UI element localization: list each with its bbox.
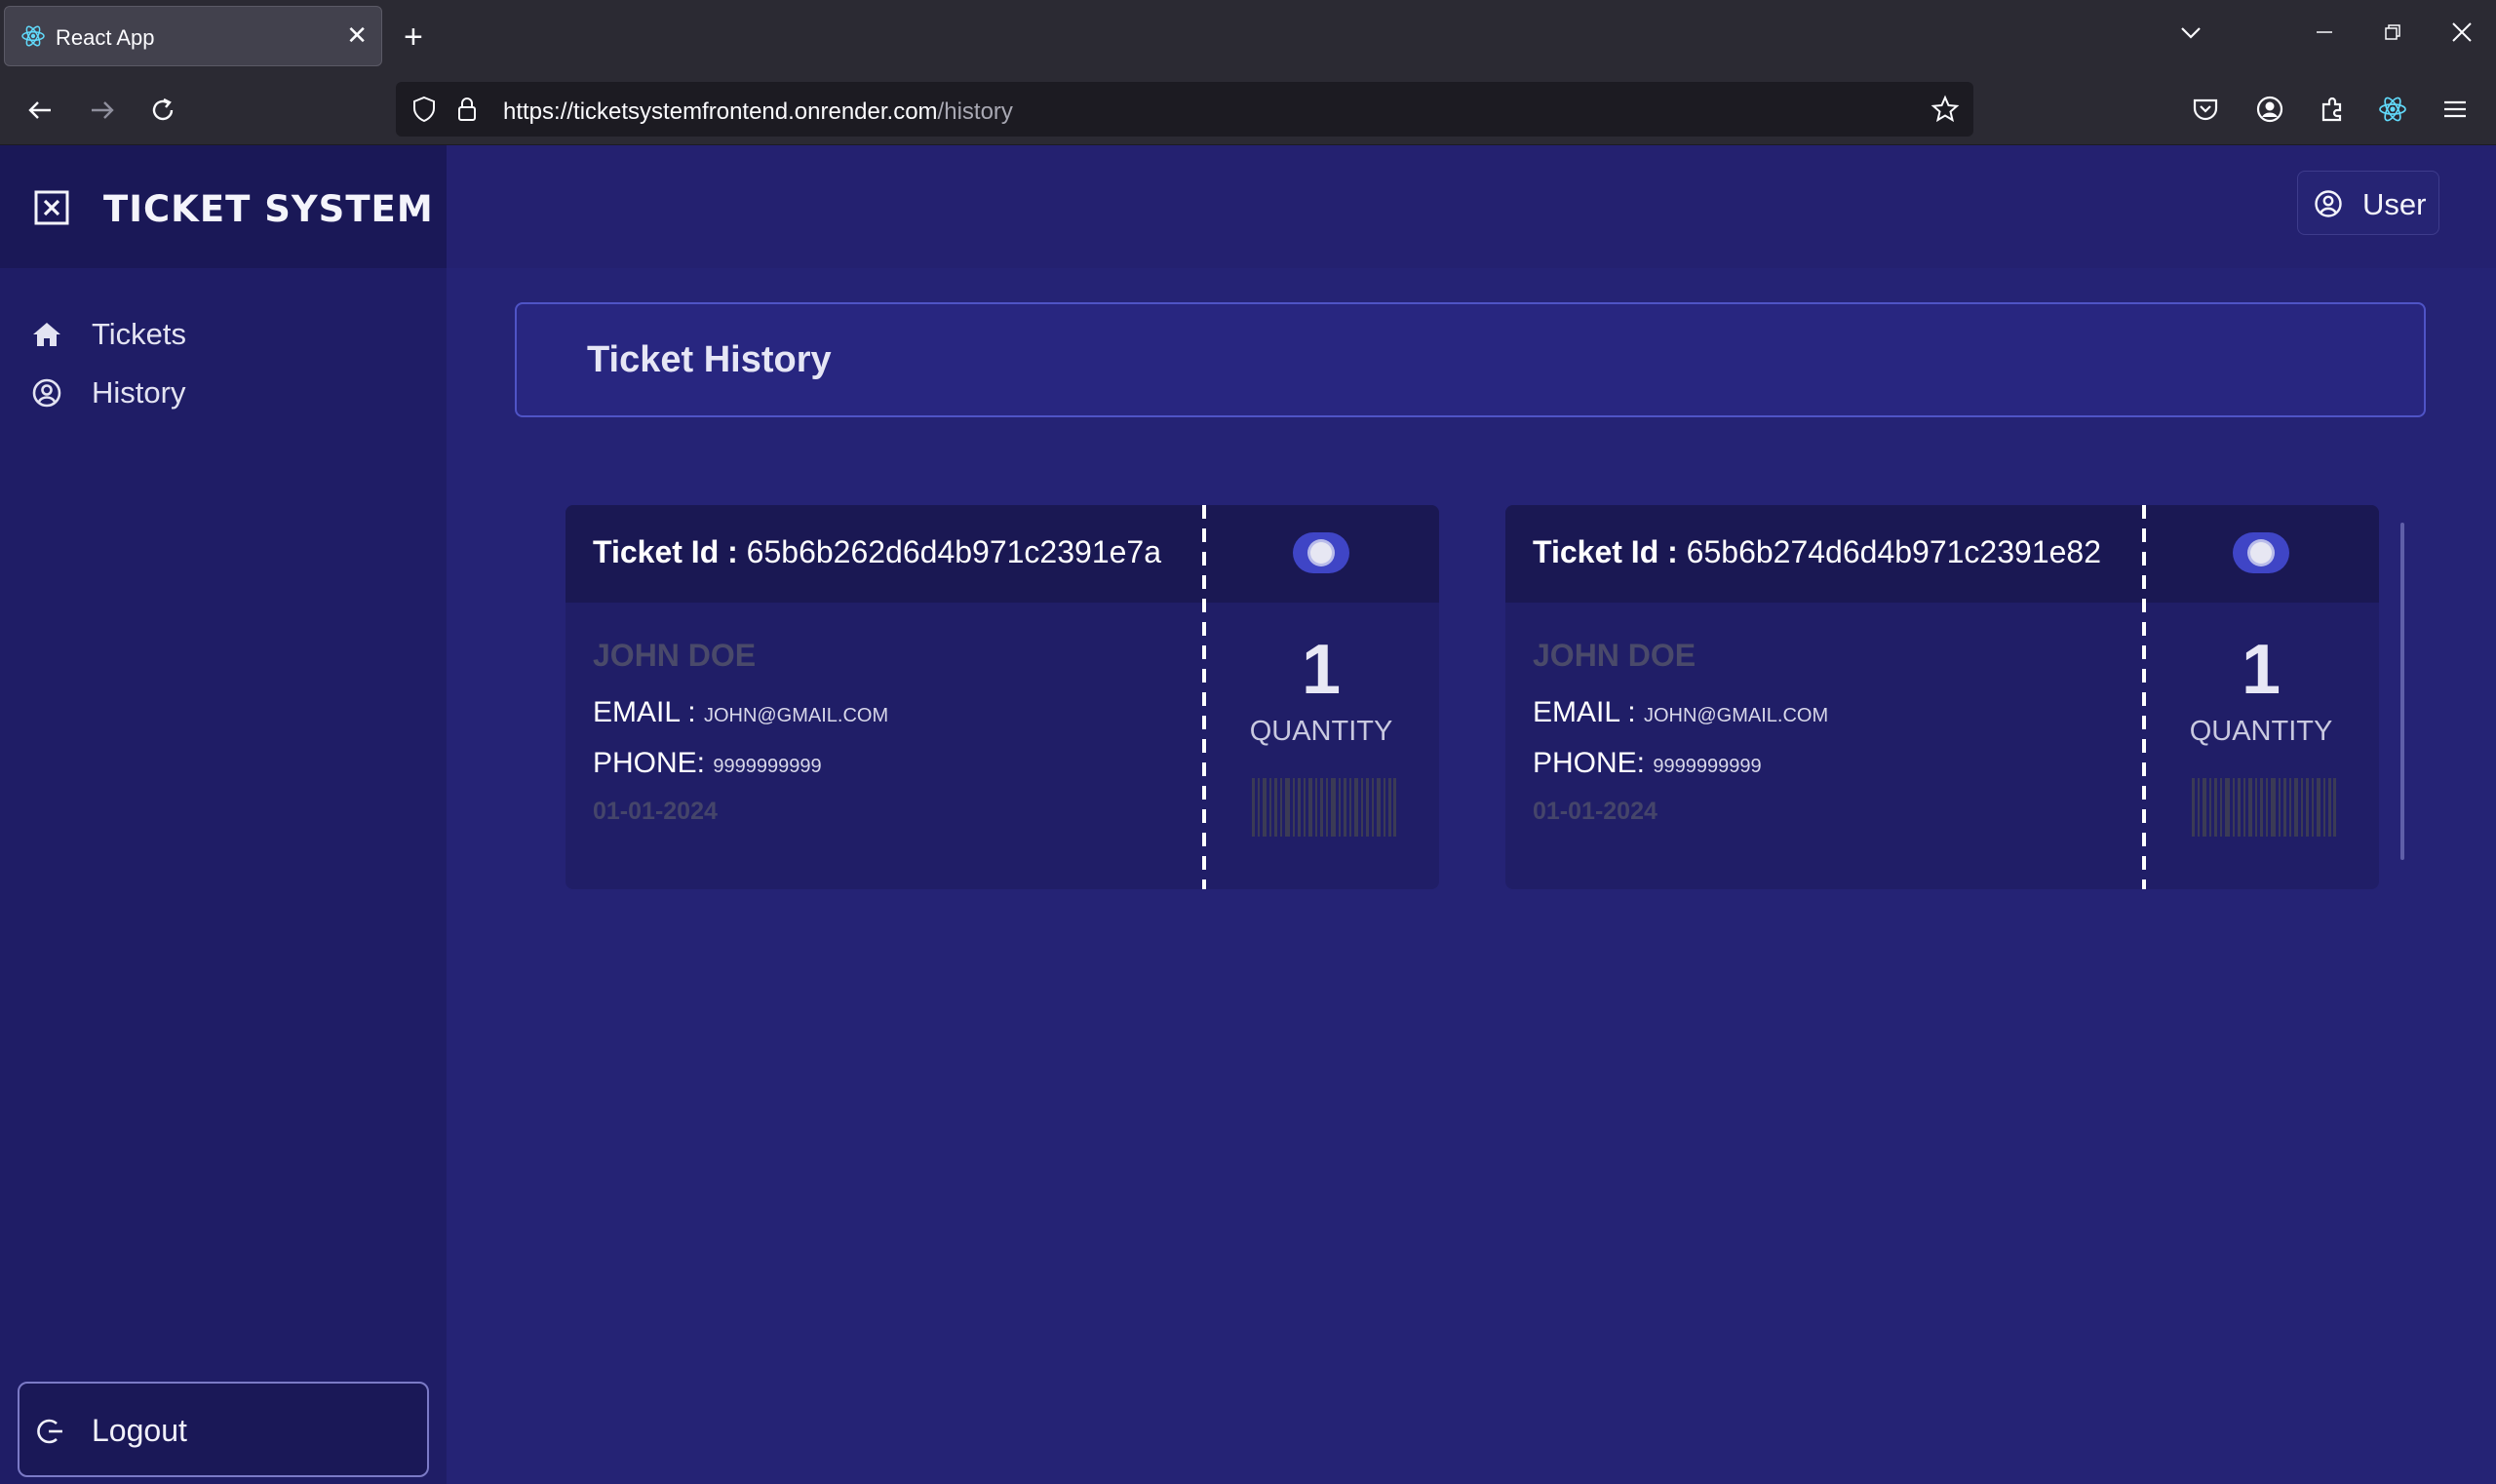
ticket-phone: PHONE: 9999999999	[593, 747, 822, 780]
ticket-id-value: 65b6b274d6d4b971c2391e82	[1686, 534, 2101, 569]
ticket-quantity: 1	[2241, 631, 2282, 709]
tab-title: React App	[56, 25, 155, 50]
url-host: https://ticketsystemfrontend.onrender.co…	[503, 98, 938, 125]
user-circle-icon	[2315, 190, 2342, 217]
close-sidebar-icon[interactable]	[33, 189, 70, 226]
ticket-id: Ticket Id : 65b6b262d6d4b971c2391e7a	[593, 534, 1161, 570]
ticket-perforation	[1202, 505, 1206, 889]
ticket-id-label: Ticket Id :	[593, 534, 738, 569]
email-value: JOHN@GMAIL.COM	[1643, 705, 1829, 726]
shield-icon[interactable]	[410, 95, 439, 124]
browser-tab-bar: React App ✕ +	[0, 0, 2496, 76]
user-circle-icon	[32, 378, 61, 408]
ticket-phone: PHONE: 9999999999	[1533, 747, 1762, 780]
ticket-perforation	[2142, 505, 2146, 889]
sidebar-item-history[interactable]: History	[29, 364, 419, 422]
phone-label: PHONE:	[1533, 747, 1646, 779]
brand-header: TICKET SYSTEM	[0, 145, 447, 268]
brand-title: TICKET SYSTEM	[103, 188, 434, 230]
ticket-quantity-label: QUANTITY	[2189, 716, 2333, 747]
toggle-knob	[1310, 542, 1332, 564]
extensions-icon[interactable]	[2317, 94, 2348, 125]
toggle-knob	[2250, 542, 2272, 564]
ticket-card: Ticket Id : 65b6b274d6d4b971c2391e82 JOH…	[1505, 505, 2379, 889]
ticket-holder-name: JOHN DOE	[1533, 638, 1696, 673]
minimize-icon[interactable]	[2315, 20, 2334, 45]
account-icon[interactable]	[2254, 94, 2285, 125]
email-value: JOHN@GMAIL.COM	[703, 705, 889, 726]
email-label: EMAIL :	[593, 696, 696, 728]
back-icon[interactable]	[25, 96, 55, 125]
url-bar[interactable]: https://ticketsystemfrontend.onrender.co…	[396, 82, 1973, 137]
app-top-bar: User	[447, 145, 2496, 268]
page-header: Ticket History	[515, 302, 2426, 417]
ticket-id-label: Ticket Id :	[1533, 534, 1678, 569]
user-button[interactable]: User	[2297, 171, 2439, 235]
phone-value: 9999999999	[1653, 756, 1762, 777]
reload-icon[interactable]	[148, 96, 177, 125]
ticket-toggle[interactable]	[2233, 532, 2289, 573]
restore-icon[interactable]	[2383, 20, 2402, 45]
browser-tab[interactable]: React App ✕	[4, 6, 382, 66]
phone-value: 9999999999	[713, 756, 822, 777]
ticket-toggle[interactable]	[1293, 532, 1349, 573]
barcode-icon	[1252, 778, 1396, 837]
logout-label: Logout	[92, 1413, 187, 1448]
page-title: Ticket History	[587, 339, 832, 380]
ticket-quantity: 1	[1301, 631, 1342, 709]
ticket-quantity-label: QUANTITY	[1249, 716, 1393, 747]
forward-icon[interactable]	[88, 96, 117, 125]
sidebar: TICKET SYSTEM Tickets History Logout	[0, 145, 447, 1484]
react-icon	[21, 25, 45, 47]
ticket-email: EMAIL : JOHN@GMAIL.COM	[1533, 696, 1828, 729]
ticket-header: Ticket Id : 65b6b274d6d4b971c2391e82	[1505, 505, 2379, 603]
react-devtools-icon[interactable]	[2377, 94, 2408, 125]
url-path: /history	[937, 98, 1013, 125]
home-icon	[33, 323, 60, 346]
logout-button[interactable]: Logout	[18, 1382, 429, 1477]
ticket-holder-name: JOHN DOE	[593, 638, 757, 673]
close-tab-icon[interactable]: ✕	[346, 20, 368, 50]
ticket-id: Ticket Id : 65b6b274d6d4b971c2391e82	[1533, 534, 2101, 570]
scrollbar[interactable]	[2400, 523, 2404, 860]
bookmark-star-icon[interactable]	[1930, 95, 1960, 124]
ticket-header: Ticket Id : 65b6b262d6d4b971c2391e7a	[566, 505, 1439, 603]
menu-icon[interactable]	[2439, 94, 2471, 125]
email-label: EMAIL :	[1533, 696, 1636, 728]
phone-label: PHONE:	[593, 747, 706, 779]
sidebar-item-label: History	[92, 375, 186, 410]
ticket-card: Ticket Id : 65b6b262d6d4b971c2391e7a JOH…	[566, 505, 1439, 889]
sidebar-item-tickets[interactable]: Tickets	[29, 305, 419, 364]
lock-icon[interactable]	[452, 95, 482, 124]
ticket-date: 01-01-2024	[1533, 798, 1658, 825]
ticket-email: EMAIL : JOHN@GMAIL.COM	[593, 696, 888, 729]
new-tab-button[interactable]: +	[404, 18, 423, 57]
ticket-date: 01-01-2024	[593, 798, 718, 825]
user-label: User	[2362, 187, 2427, 221]
browser-nav-bar: https://ticketsystemfrontend.onrender.co…	[0, 76, 2496, 145]
sidebar-item-label: Tickets	[92, 317, 187, 351]
chevron-down-icon[interactable]	[2178, 20, 2204, 45]
ticket-id-value: 65b6b262d6d4b971c2391e7a	[746, 534, 1161, 569]
url-text: https://ticketsystemfrontend.onrender.co…	[503, 98, 1013, 126]
logout-icon	[37, 1419, 62, 1444]
pocket-icon[interactable]	[2190, 94, 2221, 125]
barcode-icon	[2192, 778, 2336, 837]
close-window-icon[interactable]	[2449, 20, 2475, 45]
